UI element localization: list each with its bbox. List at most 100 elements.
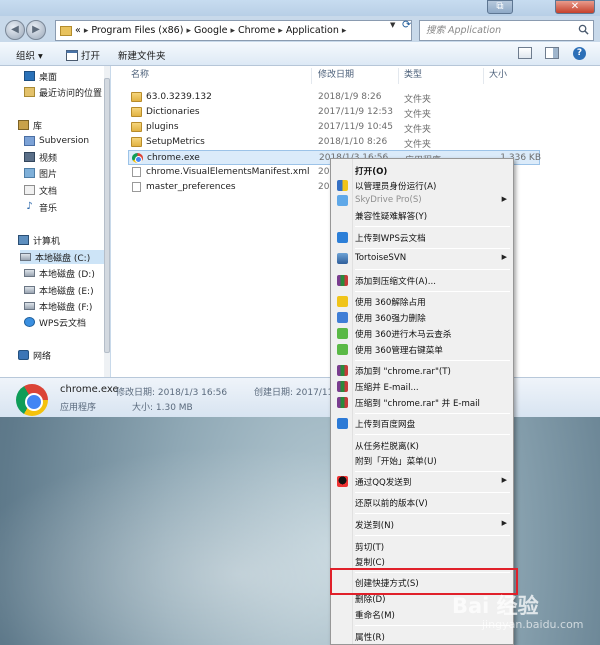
nav-item-drive-e[interactable]: 本地磁盘 (E:)	[24, 283, 94, 297]
menu-item-unpin-taskbar[interactable]: 从任务栏脱离(K)	[333, 438, 511, 453]
breadcrumb-separator-icon: ▸	[186, 25, 191, 36]
breadcrumb-program-files[interactable]: Program Files (x86)	[91, 25, 183, 36]
menu-item-360-delete[interactable]: 使用 360强力删除	[333, 310, 511, 325]
nav-label: 本地磁盘 (C:)	[35, 253, 91, 264]
menu-label: 通过QQ发送到	[355, 478, 412, 488]
file-row-folder[interactable]: plugins 2017/11/9 10:45 文件夹	[128, 120, 540, 135]
open-button[interactable]: 打开	[66, 48, 100, 62]
preview-pane-icon[interactable]	[545, 47, 559, 59]
menu-item-qq-send[interactable]: 通过QQ发送到 ▶	[333, 474, 511, 489]
menu-item-pin-start[interactable]: 附到「开始」菜单(U)	[333, 453, 511, 468]
menu-item-360-scan[interactable]: 使用 360进行木马云查杀	[333, 326, 511, 341]
qq-icon	[337, 476, 348, 487]
submenu-arrow-icon: ▶	[501, 519, 507, 527]
file-date: 20	[318, 182, 330, 192]
folder-icon	[131, 92, 142, 102]
column-divider[interactable]	[483, 68, 484, 84]
menu-item-run-as-admin[interactable]: 以管理员身份运行(A)	[333, 178, 511, 193]
menu-item-baidu-upload[interactable]: 上传到百度网盘	[333, 416, 511, 431]
menu-separator	[355, 492, 510, 493]
column-header-size[interactable]: 大小	[489, 66, 507, 86]
music-icon: ♪	[26, 201, 33, 212]
menu-item-360-unlock[interactable]: 使用 360解除占用	[333, 294, 511, 309]
file-row-folder[interactable]: SetupMetrics 2018/1/10 8:26 文件夹	[128, 135, 540, 150]
folder-icon	[131, 107, 142, 117]
breadcrumb-google[interactable]: Google	[194, 25, 228, 36]
menu-separator	[355, 226, 510, 227]
column-header-name[interactable]: 名称	[131, 66, 149, 86]
menu-item-add-archive[interactable]: 添加到压缩文件(A)...	[333, 273, 511, 288]
address-prefix[interactable]: «	[75, 25, 81, 36]
close-button[interactable]: ✕	[555, 0, 595, 14]
nav-label: 本地磁盘 (F:)	[39, 302, 93, 313]
menu-item-360-menu[interactable]: 使用 360管理右键菜单	[333, 342, 511, 357]
menu-item-tortoisesvn[interactable]: TortoiseSVN ▶	[333, 251, 511, 266]
menu-item-compress-email[interactable]: 压缩并 E-mail...	[333, 379, 511, 394]
organize-button[interactable]: 组织 ▾	[16, 48, 43, 62]
menu-separator	[355, 291, 510, 292]
file-date: 2017/11/9 12:53	[318, 107, 393, 117]
change-view-icon[interactable]	[518, 47, 532, 59]
menu-item-send-to[interactable]: 发送到(N) ▶	[333, 517, 511, 532]
nav-item-drive-c[interactable]: 本地磁盘 (C:)	[20, 250, 108, 264]
menu-item-compress-rar-email[interactable]: 压缩到 "chrome.rar" 并 E-mail	[333, 395, 511, 410]
file-name: master_preferences	[146, 182, 236, 192]
nav-item-drive-f[interactable]: 本地磁盘 (F:)	[24, 299, 92, 313]
address-dropdown-icon[interactable]: ▼	[390, 21, 395, 29]
restore-button[interactable]: ⧉	[487, 0, 513, 14]
new-folder-button[interactable]: 新建文件夹	[118, 48, 166, 62]
menu-label: 压缩到 "chrome.rar" 并 E-mail	[355, 399, 480, 409]
column-divider[interactable]	[311, 68, 312, 84]
menu-item-copy[interactable]: 复制(C)	[333, 554, 511, 569]
menu-item-open[interactable]: 打开(O)	[333, 163, 511, 178]
nav-label: 视频	[39, 153, 58, 164]
scrollbar-thumb[interactable]	[104, 78, 110, 353]
nav-scrollbar[interactable]	[104, 66, 110, 377]
nav-label: WPS云文档	[39, 318, 87, 329]
file-type: 文件夹	[404, 95, 432, 105]
back-button[interactable]: ◀	[5, 20, 25, 40]
search-placeholder: 搜索 Application	[426, 25, 502, 36]
nav-item-documents[interactable]: 文档	[24, 183, 57, 197]
breadcrumb-separator-icon: ▸	[230, 25, 236, 36]
file-name: chrome.exe	[147, 153, 200, 163]
menu-item-troubleshoot[interactable]: 兼容性疑难解答(Y)	[333, 208, 511, 223]
search-icon[interactable]	[578, 24, 589, 35]
column-header-date[interactable]: 修改日期	[318, 66, 354, 86]
nav-item-pictures[interactable]: 图片	[24, 166, 57, 180]
column-divider[interactable]	[398, 68, 399, 84]
nav-item-library[interactable]: 库	[18, 118, 42, 132]
address-bar[interactable]: « ▸ Program Files (x86) ▸ Google ▸ Chrom…	[55, 20, 412, 41]
forward-button[interactable]: ▶	[26, 20, 46, 40]
nav-item-wps-cloud[interactable]: WPS云文档	[24, 315, 86, 329]
menu-item-properties[interactable]: 属性(R)	[333, 629, 511, 644]
nav-item-drive-d[interactable]: 本地磁盘 (D:)	[24, 266, 95, 280]
file-row-folder[interactable]: Dictionaries 2017/11/9 12:53 文件夹	[128, 105, 540, 120]
refresh-icon[interactable]: ⟳	[402, 18, 411, 31]
baidu-jingyan-watermark-url: jingyan.baidu.com	[482, 618, 584, 631]
nav-item-video[interactable]: 视频	[24, 150, 57, 164]
menu-item-wps-upload[interactable]: 上传到WPS云文档	[333, 230, 511, 245]
menu-item-restore-versions[interactable]: 还原以前的版本(V)	[333, 495, 511, 510]
menu-label: 属性(R)	[355, 633, 385, 643]
menu-separator	[355, 535, 510, 536]
breadcrumb-application[interactable]: Application	[286, 25, 339, 36]
nav-label: 本地磁盘 (E:)	[39, 286, 94, 297]
wps-icon	[337, 232, 348, 243]
help-icon[interactable]: ?	[573, 47, 586, 60]
file-type: 文件夹	[404, 110, 432, 120]
nav-item-subversion[interactable]: Subversion	[24, 134, 89, 148]
nav-item-music[interactable]: ♪ 音乐	[24, 200, 57, 214]
nav-item-network[interactable]: 网络	[18, 348, 51, 362]
search-input[interactable]: 搜索 Application	[419, 20, 594, 41]
breadcrumb-chrome[interactable]: Chrome	[238, 25, 275, 36]
menu-item-cut[interactable]: 剪切(T)	[333, 539, 511, 554]
menu-item-skydrive[interactable]: SkyDrive Pro(S) ▶	[333, 193, 511, 208]
nav-item-recent[interactable]: 最近访问的位置	[24, 85, 102, 99]
column-header-type[interactable]: 类型	[404, 66, 422, 86]
file-name: SetupMetrics	[146, 137, 205, 147]
nav-item-desktop[interactable]: 桌面	[24, 69, 57, 83]
file-row-folder[interactable]: 63.0.3239.132 2018/1/9 8:26 文件夹	[128, 90, 540, 105]
menu-item-add-rar[interactable]: 添加到 "chrome.rar"(T)	[333, 363, 511, 378]
nav-item-computer[interactable]: 计算机	[18, 233, 60, 247]
